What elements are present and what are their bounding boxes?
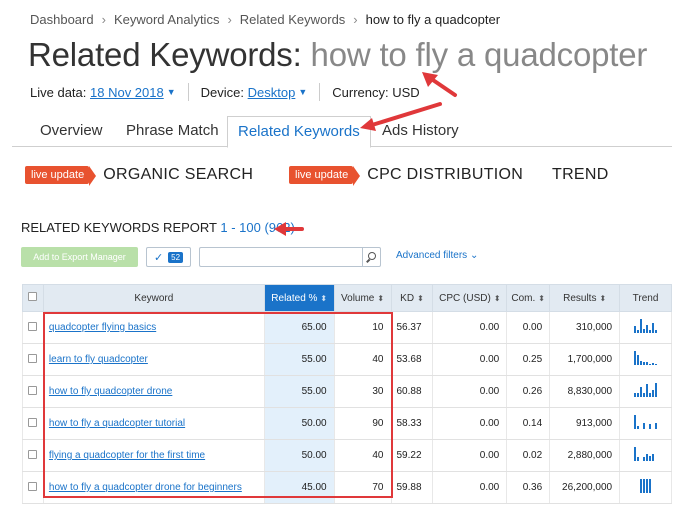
annotation-arrows: [274, 72, 457, 236]
arrow-to-tab: [370, 102, 442, 127]
arrow-to-title: [428, 76, 457, 97]
arrowhead: [274, 222, 286, 236]
arrowhead: [360, 118, 376, 131]
